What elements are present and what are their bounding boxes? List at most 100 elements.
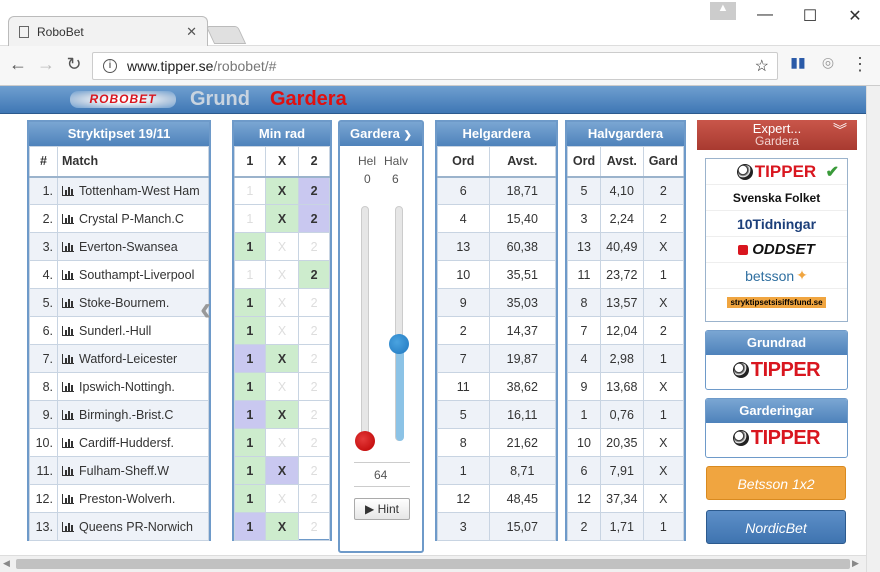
match-name[interactable]: Stoke-Bournem. xyxy=(57,288,209,317)
table-row[interactable]: 2. Crystal P-Manch.C xyxy=(29,204,209,233)
hint-button[interactable]: ▶ Hint xyxy=(354,498,410,520)
forward-icon[interactable]: → xyxy=(34,54,58,75)
pick-1[interactable]: 1 xyxy=(234,512,266,541)
source-stryktipset-sif[interactable]: stryktipsetsisiffsfund.se xyxy=(706,289,847,315)
table-row[interactable]: 6. Sunderl.-Hull xyxy=(29,316,209,345)
gardera-title[interactable]: Gardera ❯ xyxy=(340,122,422,146)
pick-1[interactable]: 1 xyxy=(234,260,266,289)
pick-2[interactable]: 2 xyxy=(298,372,330,401)
table-row[interactable]: 7. Watford-Leicester xyxy=(29,344,209,373)
chevron-left-icon[interactable]: ‹ xyxy=(200,290,211,329)
expert-dropdown[interactable]: Expert... Gardera ︾ xyxy=(697,120,857,150)
source-svenska-folket[interactable]: Svenska Folket xyxy=(706,185,847,211)
pick-2[interactable]: 2 xyxy=(298,484,330,513)
pick-1[interactable]: 1 xyxy=(234,232,266,261)
close-tab-icon[interactable]: ✕ xyxy=(186,24,197,40)
pick-2[interactable]: 2 xyxy=(298,288,330,317)
menu-icon[interactable]: ⋮ xyxy=(848,54,872,75)
match-name[interactable]: Queens PR-Norwich xyxy=(57,512,209,541)
match-name[interactable]: Watford-Leicester xyxy=(57,344,209,373)
stats-chart-icon[interactable] xyxy=(62,325,74,336)
minimize-icon[interactable]: — xyxy=(750,6,780,24)
table-row[interactable]: 3. Everton-Swansea xyxy=(29,232,209,261)
pick-1[interactable]: 1 xyxy=(234,484,266,513)
match-name[interactable]: Birmingh.-Brist.C xyxy=(57,400,209,429)
pick-1[interactable]: 1 xyxy=(234,400,266,429)
stats-chart-icon[interactable] xyxy=(62,185,74,196)
user-icon[interactable]: ▲ xyxy=(710,2,736,20)
nav-grund[interactable]: Grund xyxy=(190,88,250,111)
pick-1[interactable]: 1 xyxy=(234,456,266,485)
extension-chart-icon[interactable]: ▮▮ xyxy=(786,54,810,71)
table-row[interactable]: 1. Tottenham-West Ham xyxy=(29,176,209,205)
pick-x[interactable]: X xyxy=(264,400,300,429)
pick-x[interactable]: X xyxy=(264,204,300,233)
table-row[interactable]: 8. Ipswich-Nottingh. xyxy=(29,372,209,401)
pick-2[interactable]: 2 xyxy=(298,456,330,485)
pick-x[interactable]: X xyxy=(264,316,300,345)
pick-x[interactable]: X xyxy=(264,512,300,541)
halv-slider-handle[interactable] xyxy=(389,334,409,354)
nordicbet-button[interactable]: NordicBet xyxy=(706,510,846,544)
pick-2[interactable]: 2 xyxy=(298,204,330,233)
match-name[interactable]: Crystal P-Manch.C xyxy=(57,204,209,233)
match-name[interactable]: Tottenham-West Ham xyxy=(57,176,209,205)
browser-tab[interactable]: RoboBet ✕ xyxy=(8,16,208,46)
back-icon[interactable]: ← xyxy=(6,54,30,75)
vertical-scrollbar[interactable] xyxy=(866,86,880,572)
hel-slider[interactable] xyxy=(361,206,369,441)
pick-x[interactable]: X xyxy=(264,484,300,513)
source-betsson[interactable]: betsson ✦ xyxy=(706,263,847,289)
scroll-right-icon[interactable]: ▶ xyxy=(852,558,859,569)
pick-x[interactable]: X xyxy=(264,288,300,317)
close-window-icon[interactable]: ✕ xyxy=(840,6,870,26)
bookmark-star-icon[interactable]: ☆ xyxy=(755,56,769,76)
maximize-icon[interactable]: ☐ xyxy=(795,6,825,26)
table-row[interactable]: 5. Stoke-Bournem. xyxy=(29,288,209,317)
pick-x[interactable]: X xyxy=(264,456,300,485)
pick-1[interactable]: 1 xyxy=(234,428,266,457)
pick-x[interactable]: X xyxy=(264,232,300,261)
pick-1[interactable]: 1 xyxy=(234,316,266,345)
stats-chart-icon[interactable] xyxy=(62,353,74,364)
betsson-button[interactable]: Betsson 1x2 xyxy=(706,466,846,500)
match-name[interactable]: Fulham-Sheff.W xyxy=(57,456,209,485)
horizontal-scrollbar[interactable]: ◀ ▶ xyxy=(0,555,866,572)
pick-1[interactable]: 1 xyxy=(234,204,266,233)
match-name[interactable]: Preston-Wolverh. xyxy=(57,484,209,513)
match-name[interactable]: Ipswich-Nottingh. xyxy=(57,372,209,401)
garderingar-box[interactable]: Garderingar TIPPER xyxy=(705,398,848,458)
extension-circle-icon[interactable]: ◎ xyxy=(816,54,840,71)
new-tab-button[interactable] xyxy=(205,26,247,44)
pick-x[interactable]: X xyxy=(264,176,300,205)
source-10tidningar[interactable]: 10Tidningar xyxy=(706,211,847,237)
hel-slider-handle[interactable] xyxy=(355,431,375,451)
scroll-left-icon[interactable]: ◀ xyxy=(3,558,10,569)
address-bar[interactable]: i www.tipper.se/robobet/# ☆ xyxy=(92,52,778,80)
pick-1[interactable]: 1 xyxy=(234,344,266,373)
pick-2[interactable]: 2 xyxy=(298,176,330,205)
pick-x[interactable]: X xyxy=(264,372,300,401)
table-row[interactable]: 10. Cardiff-Huddersf. xyxy=(29,428,209,457)
scroll-thumb[interactable] xyxy=(16,559,850,569)
stats-chart-icon[interactable] xyxy=(62,241,74,252)
pick-2[interactable]: 2 xyxy=(298,512,330,541)
nav-gardera[interactable]: Gardera xyxy=(270,88,347,111)
stats-chart-icon[interactable] xyxy=(62,409,74,420)
pick-2[interactable]: 2 xyxy=(298,316,330,345)
stats-chart-icon[interactable] xyxy=(62,465,74,476)
table-row[interactable]: 13. Queens PR-Norwich xyxy=(29,512,209,541)
pick-2[interactable]: 2 xyxy=(298,344,330,373)
stats-chart-icon[interactable] xyxy=(62,381,74,392)
source-oddset[interactable]: ODDSET xyxy=(706,237,847,263)
pick-2[interactable]: 2 xyxy=(298,400,330,429)
source-tipper[interactable]: TIPPER ✔ xyxy=(706,159,847,185)
robobet-logo[interactable]: ROBOBET xyxy=(70,91,176,108)
stats-chart-icon[interactable] xyxy=(62,297,74,308)
pick-x[interactable]: X xyxy=(264,344,300,373)
pick-x[interactable]: X xyxy=(264,260,300,289)
stats-chart-icon[interactable] xyxy=(62,213,74,224)
stats-chart-icon[interactable] xyxy=(62,437,74,448)
match-name[interactable]: Cardiff-Huddersf. xyxy=(57,428,209,457)
stats-chart-icon[interactable] xyxy=(62,521,74,532)
